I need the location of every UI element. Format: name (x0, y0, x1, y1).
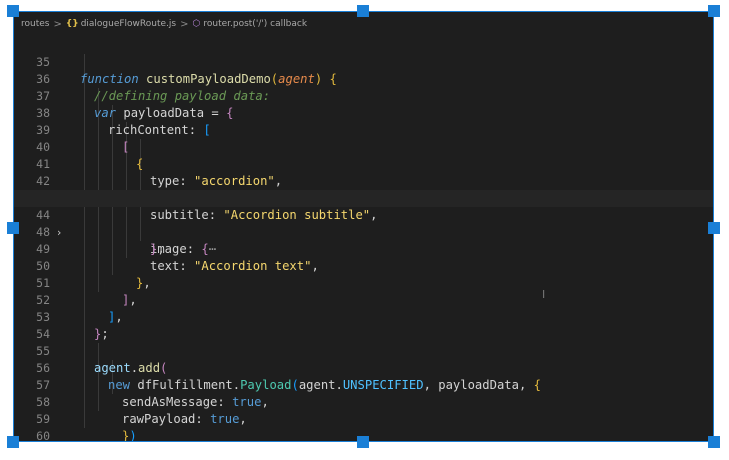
chevron-right-icon: > (180, 18, 189, 30)
code-line[interactable]: 35 function customPayloadDemo(agent) { (14, 37, 713, 86)
code-line[interactable]: 37 var payloadData = { (14, 71, 713, 120)
resize-handle-top-right[interactable] (708, 5, 720, 17)
code-line[interactable]: 58 rawPayload: true, (14, 377, 713, 426)
resize-handle-bottom-left[interactable] (7, 436, 19, 448)
code-line[interactable]: 56 new dfFulfillment.Payload(agent.UNSPE… (14, 343, 713, 392)
resize-handle-top[interactable] (357, 5, 369, 17)
code-line[interactable]: 59 }) (14, 394, 713, 441)
code-line[interactable]: 39 [ (14, 105, 713, 154)
resize-handle-bottom-right[interactable] (708, 436, 720, 448)
code-line[interactable]: 53 }; (14, 292, 713, 341)
code-line[interactable]: 49 text: "Accordion text", (14, 224, 713, 273)
code-line[interactable]: 42 title: "Accordion title", (14, 156, 713, 205)
code-line[interactable]: 57 sendAsMessage: true, (14, 360, 713, 409)
resize-handle-top-left[interactable] (7, 5, 19, 17)
code-line[interactable]: 48 }, (14, 207, 713, 256)
code-line[interactable]: 38 richContent: [ (14, 88, 713, 137)
code-line[interactable]: 40 { (14, 122, 713, 171)
text-cursor-icon: I (542, 288, 546, 301)
editor-window: routes > {} dialogueFlowRoute.js > ⬡ rou… (13, 11, 714, 442)
code-line[interactable]: 43 subtitle: "Accordion subtitle", (14, 173, 713, 222)
breadcrumb-item-routes[interactable]: routes (21, 19, 49, 29)
resize-handle-bottom[interactable] (357, 436, 369, 448)
resize-handle-left[interactable] (7, 222, 19, 234)
javascript-file-icon: {} (65, 19, 79, 29)
code-line[interactable]: 50 }, (14, 241, 713, 290)
chevron-right-icon: > (53, 18, 62, 30)
code-line[interactable]: 51 ], (14, 258, 713, 307)
code-line[interactable]: 52 ], (14, 275, 713, 324)
breadcrumb-item-file[interactable]: dialogueFlowRoute.js (81, 19, 176, 29)
code-line[interactable]: 55 agent.add( (14, 326, 713, 375)
function-symbol-icon: ⬡ (192, 19, 201, 29)
breadcrumb-item-callback[interactable]: router.post('/') callback (203, 19, 307, 29)
code-line[interactable]: 54 (14, 309, 713, 341)
code-line-active[interactable]: 44 › image: {⋯ (14, 190, 713, 256)
resize-handle-right[interactable] (708, 222, 720, 234)
code-line[interactable]: 41 type: "accordion", (14, 139, 713, 188)
code-line[interactable]: 36 //defining payload data: (14, 54, 713, 103)
code-line[interactable]: 60 ); (14, 411, 713, 441)
